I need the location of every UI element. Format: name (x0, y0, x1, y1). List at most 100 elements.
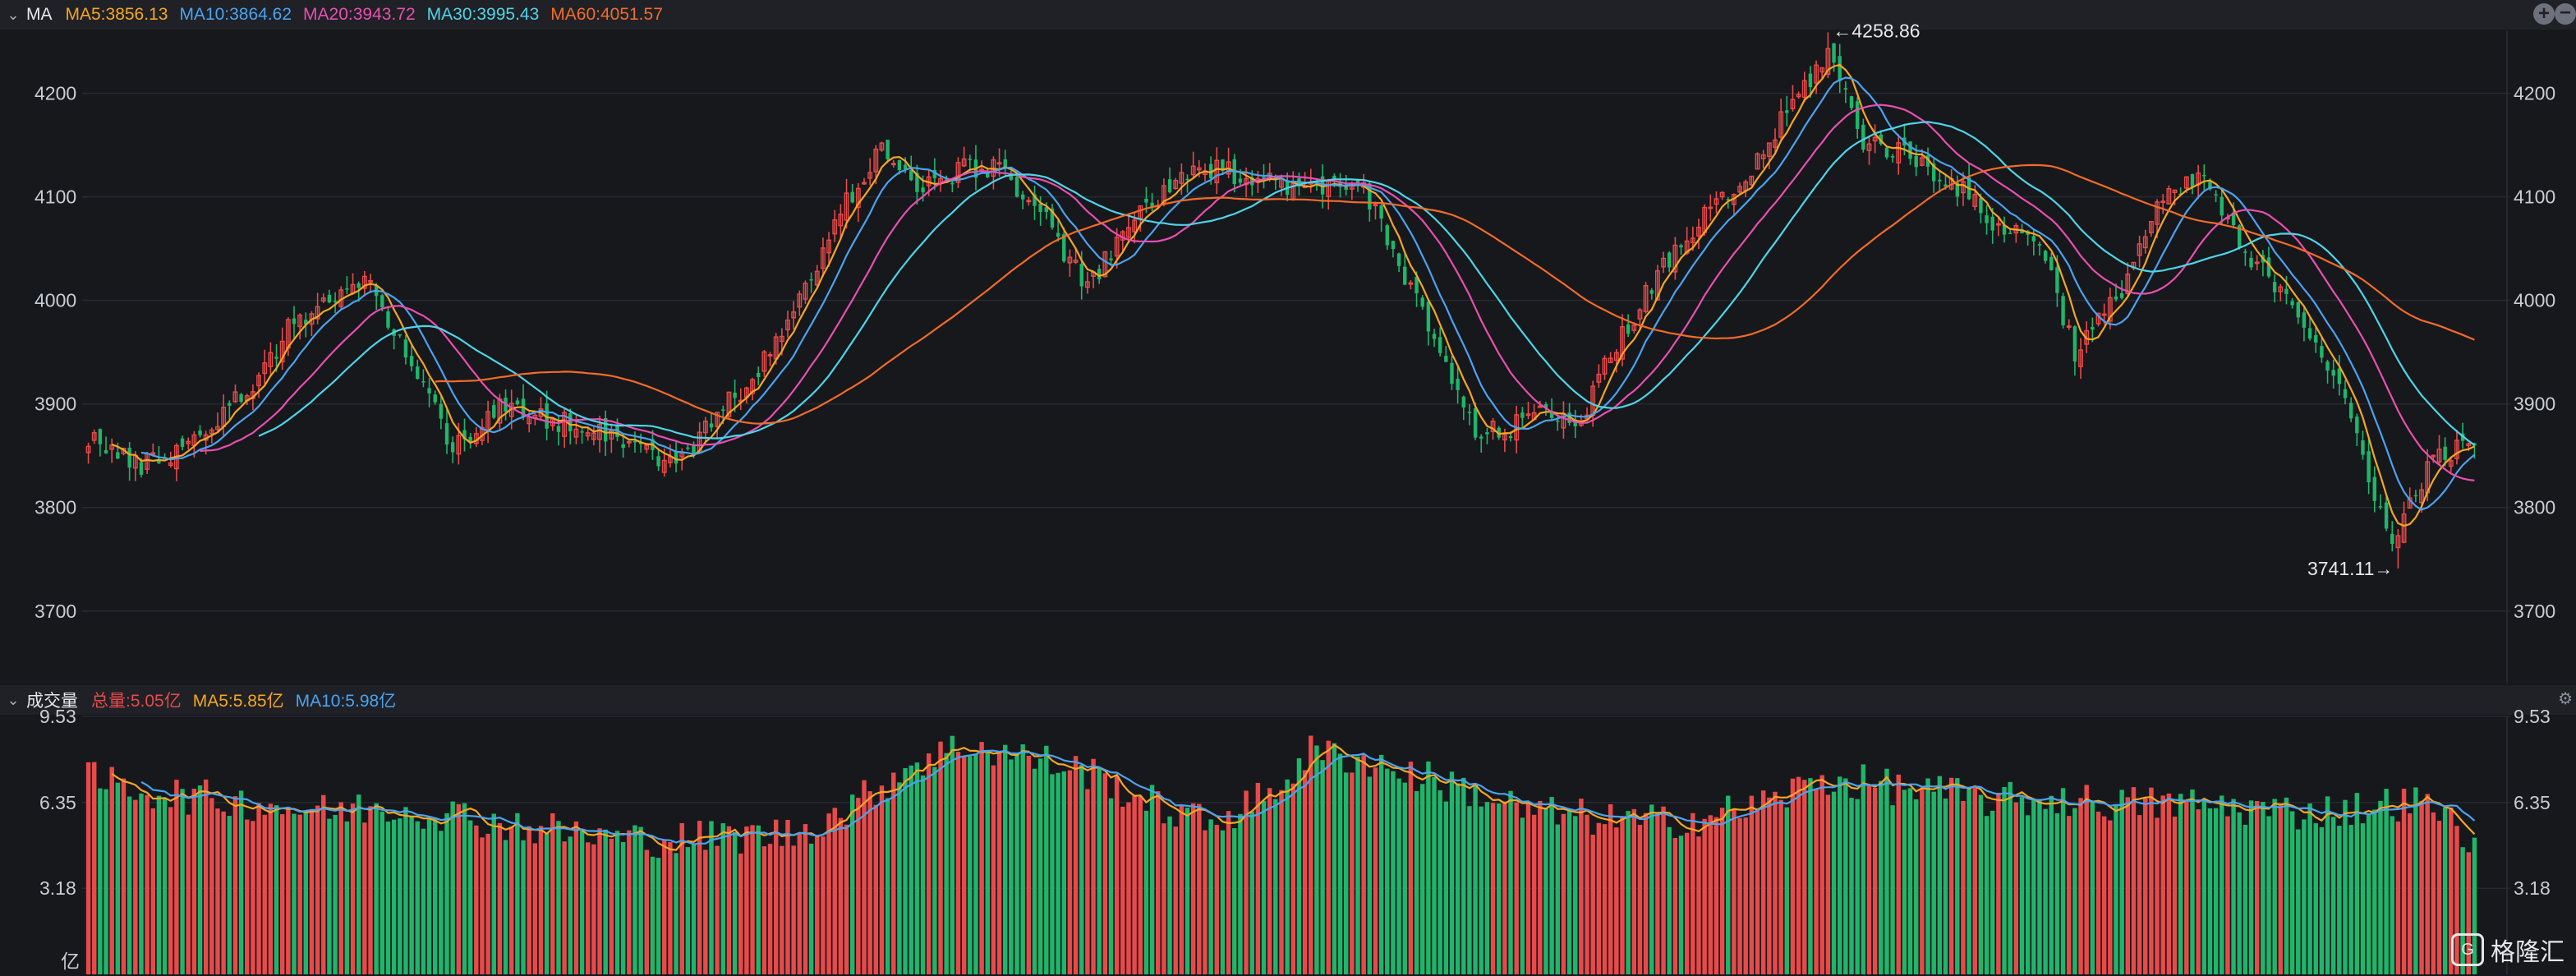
volume-bar (1138, 795, 1143, 974)
candle-body (2072, 326, 2077, 362)
candle-body (1855, 101, 1860, 129)
volume-bar (1184, 808, 1190, 974)
candle-body (444, 423, 449, 445)
volume-bar (826, 813, 831, 974)
candle-body (686, 447, 690, 449)
candle-body (2061, 296, 2065, 326)
candle-body (2325, 361, 2330, 371)
volume-bar (955, 752, 961, 974)
volume-bar (1367, 776, 1373, 974)
volume-bar (767, 844, 773, 974)
volume-bar (1226, 811, 1231, 974)
volume-bar (2201, 799, 2207, 974)
volume-bar (1285, 779, 1290, 974)
volume-bar (509, 826, 514, 974)
volume-bar (1702, 818, 1707, 974)
volume-bar (1056, 772, 1060, 974)
candle-body (1914, 155, 1918, 168)
volume-bar (1884, 768, 1889, 974)
volume-bar (109, 767, 114, 974)
volume-bar (1073, 756, 1079, 974)
volume-bar (950, 735, 955, 974)
candle-body (621, 444, 625, 449)
candle-body (757, 373, 761, 377)
volume-bar (1443, 801, 1449, 974)
min-price-label: 3741.11→ (2307, 558, 2393, 579)
volume-bar (1479, 806, 1484, 974)
volume-bar (1696, 836, 1701, 974)
volume-bar (2237, 812, 2242, 974)
volume-bar (121, 778, 126, 974)
candle-body (903, 164, 908, 169)
volume-bar (573, 821, 579, 974)
price-axis-tick-left: 4000 (34, 290, 76, 311)
volume-bar (638, 826, 643, 974)
volume-bar (1014, 753, 1019, 974)
price-axis-tick-right: 4200 (2514, 83, 2555, 104)
volume-bar (1643, 813, 1649, 974)
candle-body (1884, 147, 1889, 158)
candle-body (492, 405, 496, 418)
volume-bar (1849, 798, 1854, 974)
volume-bar (1778, 799, 1783, 974)
candle-body (2355, 417, 2359, 434)
volume-bar (885, 798, 890, 974)
volume-bar (462, 803, 467, 974)
candle-body (1808, 73, 1813, 88)
volume-bar (444, 813, 449, 974)
volume-bar (292, 813, 297, 974)
candle-body (403, 339, 408, 358)
kline-chart[interactable]: 3700 3700 3800 3800 3900 3900 4000 4000 4100 4100… (0, 0, 2576, 976)
volume-bar (1267, 788, 1272, 974)
candle-body (1456, 379, 1460, 390)
volume-bar (938, 741, 943, 974)
candle-body (386, 311, 390, 328)
volume-bar (1108, 798, 1114, 974)
candle-body (2043, 251, 2048, 261)
volume-bar (1996, 792, 2001, 974)
volume-axis-tick-left: 3.18 (39, 877, 76, 899)
candle-body (1473, 408, 1478, 438)
volume-bar (2213, 808, 2219, 974)
volume-bar (691, 844, 697, 974)
volume-bar (1948, 777, 1954, 974)
volume-bar (221, 811, 226, 974)
volume-bar (579, 831, 585, 974)
candle-body (2190, 173, 2195, 188)
price-axis-tick-right: 3900 (2514, 394, 2555, 415)
volume-bar (497, 822, 503, 974)
volume-bar (2031, 799, 2036, 974)
volume-bar (1831, 791, 1837, 974)
volume-bar (1902, 790, 1907, 974)
volume-bar (1290, 783, 1296, 974)
candle-body (421, 381, 426, 383)
volume-bar (203, 779, 209, 974)
candle-body (1461, 396, 1466, 408)
volume-bar (191, 788, 197, 974)
candle-body (1861, 124, 1865, 150)
candle-body (1667, 252, 1672, 268)
candle-body (850, 191, 854, 203)
candle-body (2314, 334, 2318, 343)
volume-bar (891, 772, 896, 974)
volume-bar (1173, 826, 1178, 974)
volume-bar (1913, 799, 1919, 974)
candle-body (2290, 301, 2294, 306)
volume-bar (1149, 785, 1155, 974)
volume-bar (338, 802, 343, 974)
volume-bar (391, 819, 397, 974)
volume-bar (609, 838, 614, 974)
candle-body (921, 187, 925, 193)
candle-body (2348, 403, 2353, 419)
volume-bar (1749, 795, 1755, 974)
volume-bar (1966, 787, 1971, 974)
candle-body (909, 170, 913, 181)
candle-body (2220, 196, 2224, 216)
volume-bar (1620, 817, 1625, 974)
volume-bar (556, 821, 561, 974)
volume-axis-tick-left: 9.53 (39, 706, 76, 727)
volume-bar (668, 842, 673, 974)
volume-bar (521, 840, 526, 974)
volume-bar (1538, 800, 1543, 974)
volume-bar (1531, 814, 1537, 974)
